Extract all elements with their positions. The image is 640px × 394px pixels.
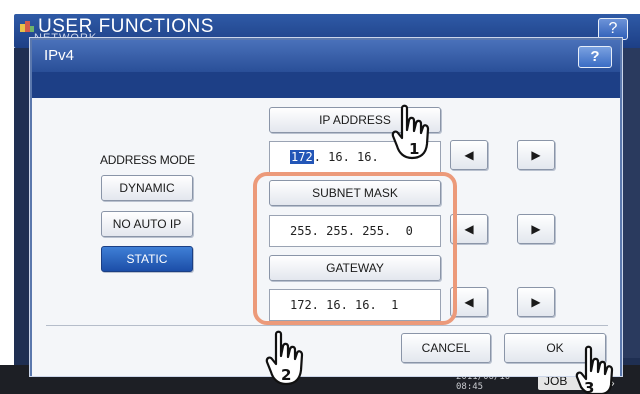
screen: USER FUNCTIONS ? NETWORK 2011/06/10 08:4…: [0, 0, 640, 394]
dialog-header-strip: [32, 72, 620, 98]
pointer-hand-icon-3: 3: [575, 345, 614, 394]
ip-left-arrow-button[interactable]: ◀: [450, 140, 488, 170]
static-button[interactable]: STATIC: [101, 246, 193, 272]
step-2-number: 2: [281, 366, 291, 384]
ip-octet-cursor: 172: [290, 150, 314, 164]
gateway-right-arrow-button[interactable]: ▶: [517, 287, 555, 317]
address-mode-label: ADDRESS MODE: [100, 153, 195, 167]
pointer-hand-icon-1: 1: [391, 104, 430, 160]
step-1-number: 1: [409, 140, 419, 158]
clock-time: 08:45: [456, 382, 484, 392]
cancel-button[interactable]: CANCEL: [401, 333, 491, 363]
dialog-divider: [46, 325, 608, 326]
background-help-button[interactable]: ?: [598, 18, 628, 40]
help-button[interactable]: ?: [578, 46, 612, 68]
pointer-hand-icon-2: 2: [265, 330, 304, 386]
ip-right-arrow-button[interactable]: ▶: [517, 140, 555, 170]
step-3-number: 3: [584, 379, 594, 394]
subnet-right-arrow-button[interactable]: ▶: [517, 214, 555, 244]
no-auto-ip-button[interactable]: NO AUTO IP: [101, 211, 193, 237]
highlight-callout: [253, 172, 457, 325]
ip-address-rest: . 16. 16.: [313, 150, 379, 164]
dynamic-button[interactable]: DYNAMIC: [101, 175, 193, 201]
dialog-title: IPv4: [44, 47, 75, 64]
user-functions-icon: [20, 21, 34, 32]
dialog-title-bar: IPv4 ?: [32, 40, 620, 72]
